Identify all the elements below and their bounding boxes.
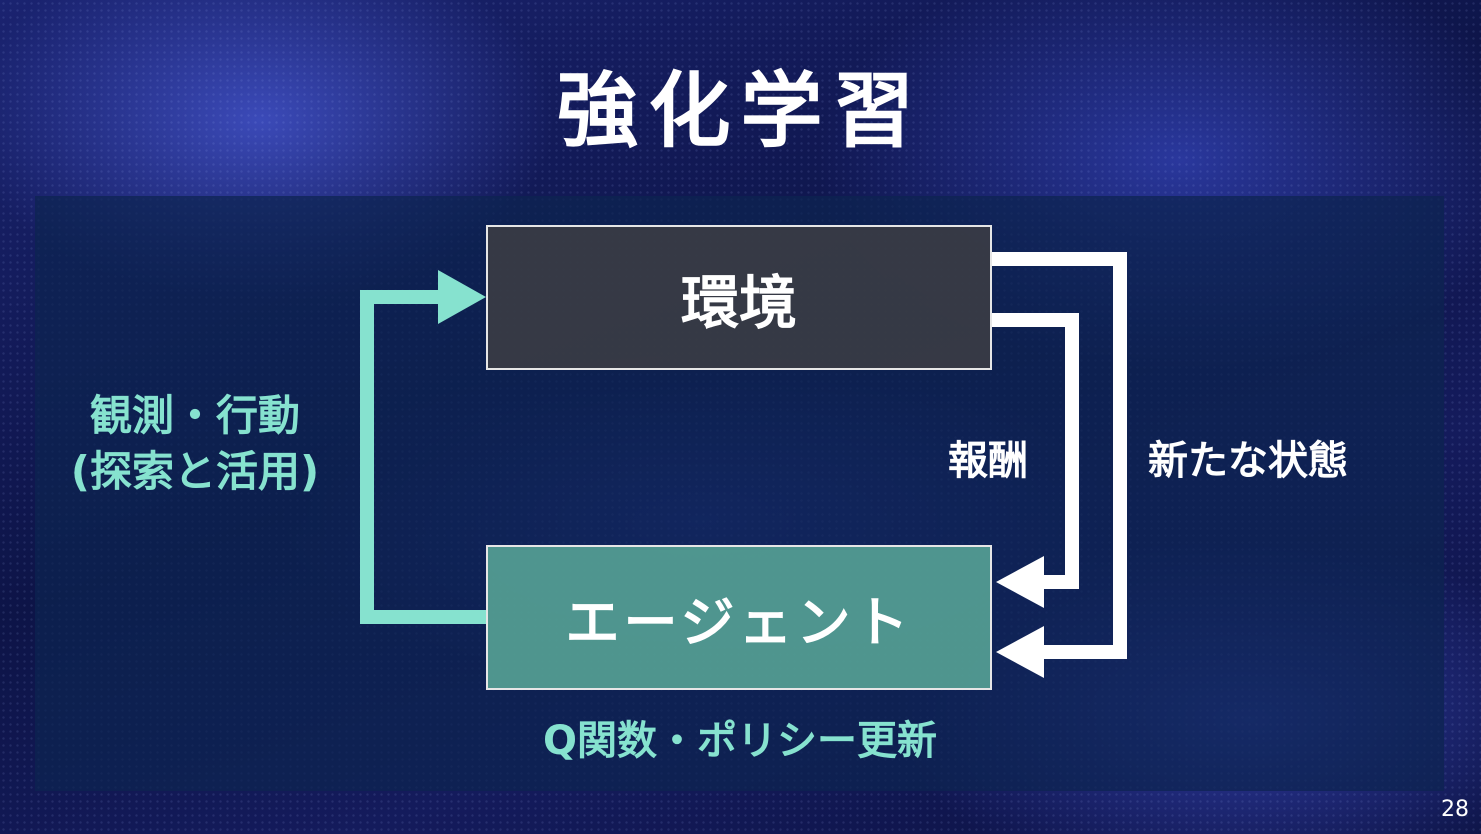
state-arrowhead	[996, 626, 1044, 678]
environment-label: 環境	[680, 268, 797, 337]
observe-act-label: 観測・行動 (探索と活用)	[70, 391, 320, 496]
agent-label: エージェント	[565, 591, 913, 654]
agent-box: エージェント	[486, 545, 992, 690]
reward-arrowhead	[996, 556, 1044, 608]
update-label: Q関数・ポリシー更新	[542, 718, 937, 764]
page-number: 28	[1441, 797, 1469, 822]
observe-act-arrow-line	[360, 290, 486, 624]
environment-box: 環境	[486, 225, 992, 370]
observe-act-arrowhead	[438, 270, 486, 324]
new-state-label: 新たな状態	[1148, 438, 1348, 484]
reward-label: 報酬	[948, 438, 1028, 484]
